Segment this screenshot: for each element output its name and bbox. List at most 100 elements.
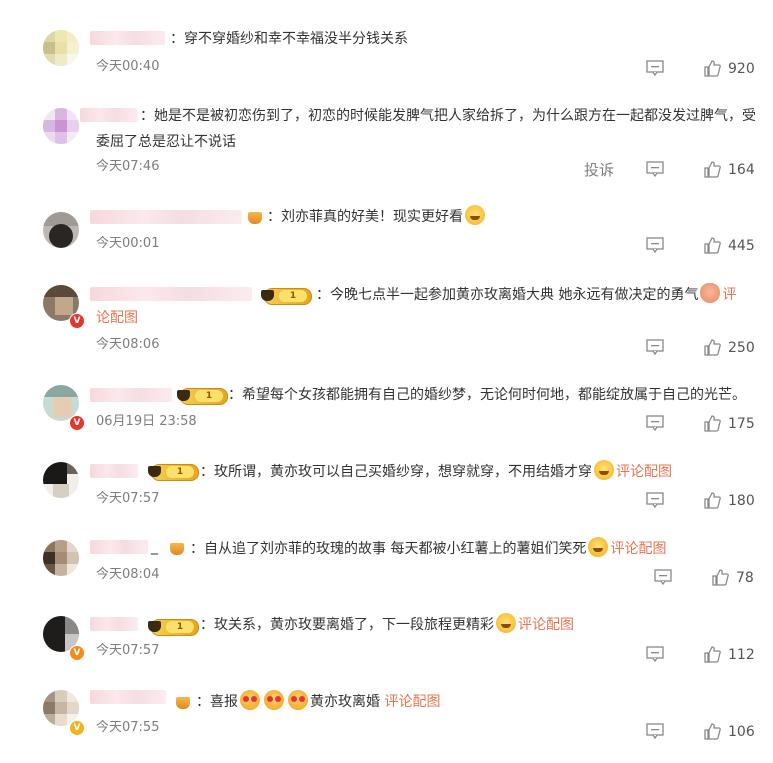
separator: ： [140, 108, 154, 124]
comment-body: 希望每个女孩都能拥有自己的婚纱梦，无论何时何地，都能绽放属于自己的光芒。 [242, 387, 746, 403]
comment-text: ：喜报 黄亦玫离婚 评论配图 [196, 689, 440, 715]
comment-body: 玫所谓，黄亦玫可以自己买婚纱穿，想穿就穿，不用结婚才穿 [214, 464, 592, 480]
comment-bubble-icon[interactable] [654, 569, 672, 585]
comment-bubble-icon[interactable] [646, 646, 664, 662]
comment-bubble-icon[interactable] [646, 161, 664, 177]
like-count: 175 [728, 416, 755, 432]
report-button[interactable]: 投诉 [584, 160, 614, 180]
avatar[interactable] [43, 462, 79, 498]
timestamp: 今天08:06 [96, 337, 160, 352]
username[interactable] [90, 31, 165, 45]
username[interactable] [90, 287, 252, 301]
thumbs-up-icon[interactable] [704, 237, 721, 254]
timestamp: 今天07:46 [96, 159, 160, 174]
thumbs-up-icon[interactable] [704, 415, 721, 432]
comment-body: 她是不是被初恋伤到了，初恋的时候能发脾气把人家给拆了，为什么跟方在一起都没发过脾… [96, 108, 756, 150]
like-count: 445 [728, 238, 755, 254]
separator: ： [316, 287, 330, 303]
thumbs-up-icon[interactable] [712, 569, 729, 586]
comment-bubble-icon[interactable] [646, 415, 664, 431]
comment-image-link[interactable]: 评论配图 [518, 617, 574, 633]
crown-icon [148, 466, 161, 477]
comment-image-link[interactable]: 评 [722, 287, 736, 303]
avatar[interactable] [43, 540, 79, 576]
comment-text: ：穿不穿婚纱和幸不幸福没半分钱关系 [170, 26, 408, 52]
comment-body: 穿不穿婚纱和幸不幸福没半分钱关系 [184, 31, 408, 47]
verified-v-icon: V [69, 415, 85, 431]
crown-icon [148, 621, 161, 632]
comment-text: ：刘亦菲真的好美！现实更好看 [267, 204, 487, 230]
member-level-badge: 1 [177, 388, 228, 405]
comment-text: ：自从追了刘亦菲的玫瑰的故事 每天都被小红薯上的薯姐们笑死 评论配图 [190, 536, 666, 562]
crying-emoji-icon [465, 205, 485, 225]
avatar[interactable] [43, 108, 79, 144]
crying-emoji-icon [594, 460, 614, 480]
heart-eyes-emoji-icon [264, 690, 284, 710]
comment-bubble-icon[interactable] [646, 492, 664, 508]
thumbs-up-icon[interactable] [704, 339, 721, 356]
separator: ： [228, 387, 242, 403]
verified-v-icon: V [69, 720, 85, 736]
crown-icon [170, 543, 184, 555]
username[interactable] [90, 464, 138, 478]
comment-text: ：希望每个女孩都能拥有自己的婚纱梦，无论何时何地，都能绽放属于自己的光芒。 [228, 382, 746, 408]
username[interactable] [90, 690, 166, 704]
username[interactable] [90, 388, 172, 402]
comment-bubble-icon[interactable] [646, 60, 664, 76]
like-count: 106 [728, 724, 755, 740]
like-count: 920 [728, 61, 755, 77]
username[interactable] [90, 210, 242, 224]
timestamp: 今天00:01 [96, 236, 160, 251]
comment-bubble-icon[interactable] [646, 723, 664, 739]
separator: ： [196, 694, 210, 710]
timestamp: 今天07:57 [96, 491, 160, 506]
timestamp: 今天08:04 [96, 567, 160, 582]
timestamp: 今天00:40 [96, 59, 160, 74]
comment-body: 喜报 [210, 694, 238, 710]
heart-eyes-emoji-icon [240, 690, 260, 710]
comment-item: ：穿不穿婚纱和幸不幸福没半分钱关系 今天00:40 920 [0, 0, 773, 100]
heart-eyes-emoji-icon [288, 690, 308, 710]
verified-v-icon: V [69, 645, 85, 661]
verified-v-icon: V [69, 313, 85, 329]
like-count: 250 [728, 340, 755, 356]
thumbs-up-icon[interactable] [704, 646, 721, 663]
comment-text: ：今晚七点半一起参加黄亦玫离婚大典 她永远有做决定的勇气 评 [316, 282, 736, 308]
separator: ： [200, 617, 214, 633]
comment-text: ：玫关系，黄亦玫要离婚了，下一段旅程更精彩 评论配图 [200, 612, 574, 638]
thumbs-up-icon[interactable] [704, 60, 721, 77]
member-level-badge: 1 [148, 619, 199, 636]
laughing-emoji-icon [588, 537, 609, 557]
comment-text: ：玫所谓，黄亦玫可以自己买婚纱穿，想穿就穿，不用结婚才穿 评论配图 [200, 459, 672, 485]
comment-image-link[interactable]: 评论配图 [616, 464, 672, 480]
member-level-badge: 1 [261, 288, 312, 305]
level-number: 1 [279, 290, 307, 302]
timestamp: 今天07:57 [96, 643, 160, 658]
thumbs-up-icon[interactable] [704, 161, 721, 178]
avatar[interactable] [43, 212, 79, 248]
comment-feed: ：穿不穿婚纱和幸不幸福没半分钱关系 今天00:40 920 ：她是不是被初恋伤到… [0, 0, 773, 763]
comment-bubble-icon[interactable] [646, 237, 664, 253]
thumbs-up-icon[interactable] [704, 723, 721, 740]
avatar[interactable] [43, 30, 79, 66]
crying-emoji-icon [496, 613, 516, 633]
level-number: 1 [166, 621, 194, 633]
comment-bubble-icon[interactable] [646, 339, 664, 355]
separator: ： [170, 31, 184, 47]
thumbs-up-icon[interactable] [704, 492, 721, 509]
crown-icon [248, 212, 262, 224]
separator: ： [267, 209, 281, 225]
comment-image-link[interactable]: 评论配图 [384, 694, 440, 710]
crown-icon [261, 290, 274, 301]
like-count: 180 [728, 493, 755, 509]
comment-image-link[interactable]: 评论配图 [610, 541, 666, 557]
username[interactable] [90, 617, 138, 631]
separator: ： [200, 464, 214, 480]
comment-text: ：她是不是被初恋伤到了，初恋的时候能发脾气把人家给拆了，为什么跟方在一起都没发过… [96, 103, 766, 155]
level-number: 1 [166, 466, 194, 478]
comment-image-link[interactable]: 论配图 [96, 305, 138, 331]
comment-body: 玫关系，黄亦玫要离婚了，下一段旅程更精彩 [214, 617, 494, 633]
like-count: 164 [728, 162, 755, 178]
peach-emoji-icon [700, 283, 721, 303]
username[interactable] [90, 540, 148, 554]
